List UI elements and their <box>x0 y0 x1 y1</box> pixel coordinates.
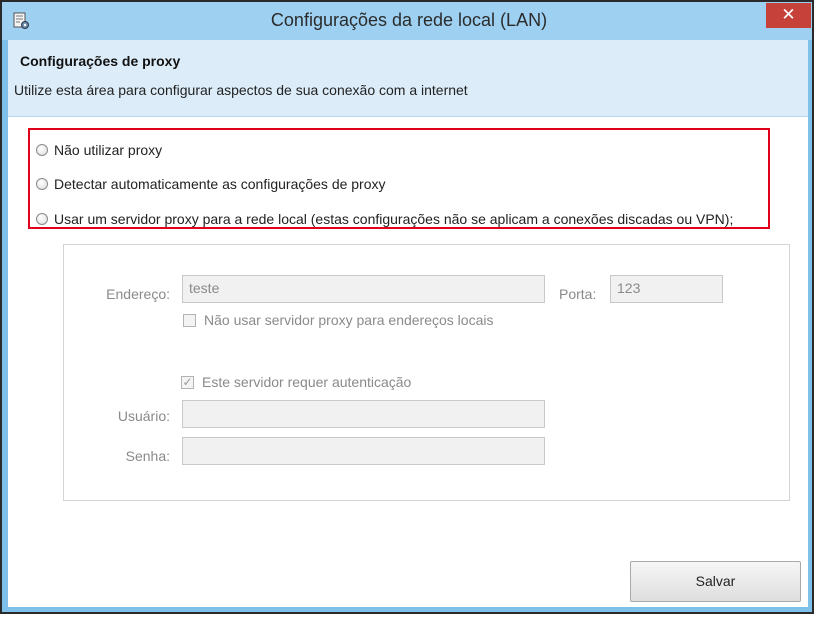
section-description: Utilize esta área para configurar aspect… <box>14 82 468 98</box>
radio-button-icon[interactable] <box>36 213 48 225</box>
radio-use-proxy-server[interactable]: Usar um servidor proxy para a rede local… <box>36 209 733 229</box>
proxy-server-panel: Endereço: teste Porta: 123 Não usar serv… <box>63 244 790 501</box>
radio-label: Não utilizar proxy <box>54 142 163 158</box>
auth-required-checkbox[interactable]: ✓ <box>181 374 194 389</box>
password-input[interactable] <box>182 437 545 465</box>
address-input[interactable]: teste <box>182 275 545 303</box>
checkmark-icon: ✓ <box>182 374 193 389</box>
save-button[interactable]: Salvar <box>630 561 801 602</box>
radio-button-icon[interactable] <box>36 144 48 156</box>
bypass-local-checkbox-row[interactable]: Não usar servidor proxy para endereços l… <box>183 312 493 328</box>
bypass-local-checkbox[interactable] <box>183 313 196 327</box>
user-input[interactable] <box>182 400 545 428</box>
close-button[interactable]: ✕ <box>766 3 811 28</box>
password-label: Senha: <box>125 448 170 464</box>
radio-label: Detectar automaticamente as configuraçõe… <box>54 176 386 192</box>
port-label: Porta: <box>559 286 597 302</box>
auth-required-label: Este servidor requer autenticação <box>202 374 412 390</box>
close-icon: ✕ <box>781 5 796 24</box>
proxy-mode-radio-group: Não utilizar proxy Detectar automaticame… <box>28 128 770 229</box>
section-title: Configurações de proxy <box>20 53 181 69</box>
radio-label: Usar um servidor proxy para a rede local… <box>54 211 734 227</box>
radio-auto-detect[interactable]: Detectar automaticamente as configuraçõe… <box>36 174 386 194</box>
address-label: Endereço: <box>106 286 170 302</box>
bypass-local-label: Não usar servidor proxy para endereços l… <box>204 312 494 328</box>
user-label: Usuário: <box>117 408 170 424</box>
window-title: Configurações da rede local (LAN) <box>270 10 548 30</box>
header-band: Configurações de proxy Utilize esta área… <box>8 40 808 117</box>
dialog-content: Configurações de proxy Utilize esta área… <box>8 40 808 607</box>
radio-button-icon[interactable] <box>36 178 48 190</box>
auth-required-checkbox-row[interactable]: ✓ Este servidor requer autenticação <box>181 374 411 390</box>
radio-no-proxy[interactable]: Não utilizar proxy <box>36 140 162 160</box>
port-input[interactable]: 123 <box>610 275 723 303</box>
